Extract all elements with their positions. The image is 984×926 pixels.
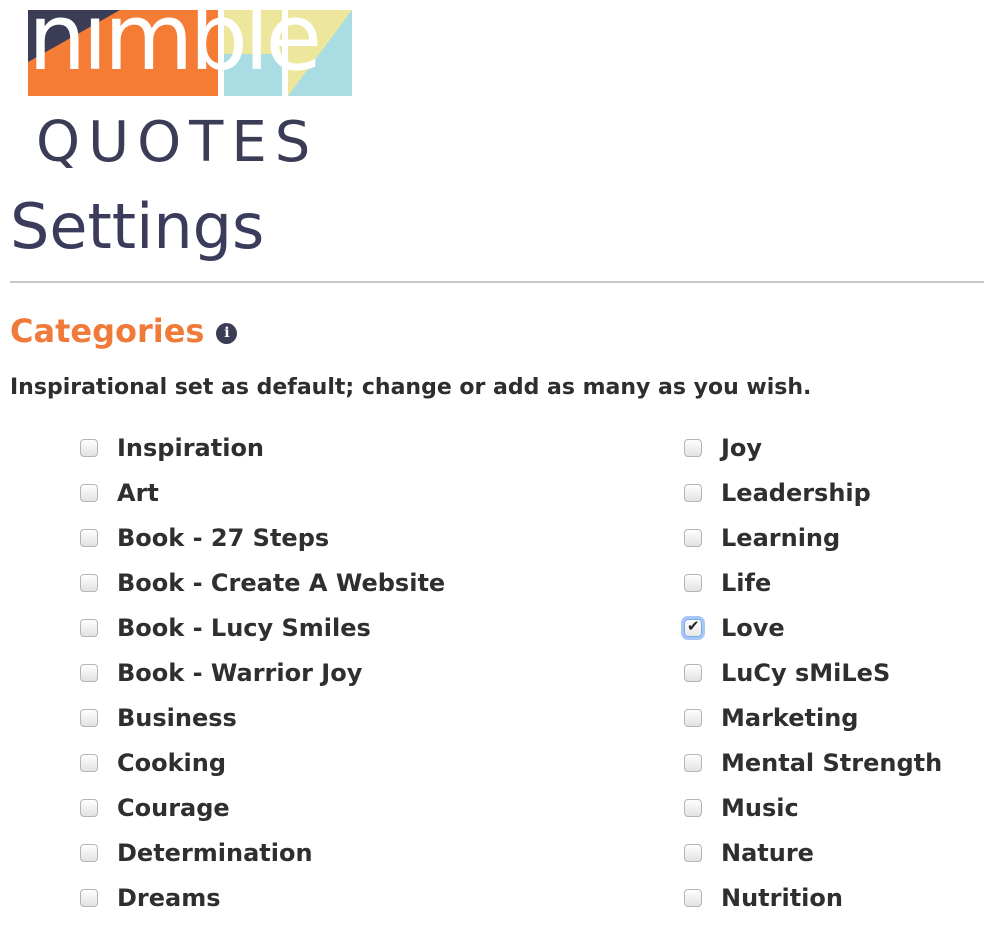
category-item[interactable]: Dreams [80,875,445,920]
category-checkbox[interactable] [684,708,702,727]
category-checkbox[interactable] [684,843,702,862]
category-item[interactable]: Music [684,785,942,830]
category-checkbox[interactable] [80,618,98,637]
category-label: Cooking [117,748,227,777]
category-label: Courage [117,793,230,822]
category-checkbox[interactable] [684,888,702,907]
category-checkbox[interactable] [80,843,98,862]
category-checkbox[interactable] [684,663,702,682]
category-item[interactable]: Life [684,560,942,605]
category-checkbox[interactable] [684,528,702,547]
category-label: Love [721,613,785,642]
category-item[interactable]: Joy [684,425,942,470]
category-item[interactable]: Determination [80,830,445,875]
category-checkbox[interactable] [80,483,98,502]
category-label: Art [117,478,159,507]
category-label: Book - Warrior Joy [117,658,363,687]
categories-description: Inspirational set as default; change or … [10,375,812,400]
categories-heading: Categories i [10,312,238,350]
category-label: Music [721,793,799,822]
category-checkbox[interactable] [684,798,702,817]
nimble-quotes-logo: nimble QUOTES [28,0,358,171]
category-checkbox[interactable] [80,708,98,727]
category-item[interactable]: Book - Create A Website [80,560,445,605]
category-item[interactable]: Leadership [684,470,942,515]
category-label: Mental Strength [721,748,943,777]
category-checkbox[interactable] [80,528,98,547]
categories-right-column: Joy Leadership Learning Life Love LuCy s… [684,425,942,920]
category-checkbox[interactable] [684,438,702,457]
category-item[interactable]: Nature [684,830,942,875]
info-icon[interactable]: i [216,322,238,344]
category-checkbox[interactable] [80,663,98,682]
category-item[interactable]: Nutrition [684,875,942,920]
category-checkbox[interactable] [80,888,98,907]
category-item[interactable]: Art [80,470,445,515]
category-item[interactable]: Mental Strength [684,740,942,785]
category-item[interactable]: Love [684,605,942,650]
category-label: LuCy sMiLeS [721,658,891,687]
category-item[interactable]: Learning [684,515,942,560]
category-label: Marketing [721,703,859,732]
category-item[interactable]: Book - Warrior Joy [80,650,445,695]
categories-title: Categories [10,312,205,350]
category-label: Life [721,568,772,597]
title-divider [10,281,984,283]
category-label: Leadership [721,478,871,507]
category-item[interactable]: Cooking [80,740,445,785]
category-label: Book - 27 Steps [117,523,330,552]
category-item[interactable]: Book - 27 Steps [80,515,445,560]
category-item[interactable]: Marketing [684,695,942,740]
category-label: Dreams [117,883,221,912]
category-label: Nutrition [721,883,843,912]
category-item[interactable]: Inspiration [80,425,445,470]
category-checkbox[interactable] [80,438,98,457]
category-label: Book - Lucy Smiles [117,613,371,642]
category-label: Determination [117,838,313,867]
categories-left-column: Inspiration Art Book - 27 Steps Book - C… [80,425,445,920]
category-label: Inspiration [117,433,265,462]
page-title: Settings [10,190,265,263]
category-item[interactable]: Book - Lucy Smiles [80,605,445,650]
category-label: Business [117,703,237,732]
category-item[interactable]: LuCy sMiLeS [684,650,942,695]
category-label: Learning [721,523,841,552]
category-label: Nature [721,838,814,867]
category-checkbox[interactable] [684,617,702,637]
category-checkbox[interactable] [684,753,702,772]
category-checkbox[interactable] [80,798,98,817]
category-checkbox[interactable] [80,573,98,592]
category-label: Joy [721,433,763,462]
logo-word-nimble: nimble [28,0,322,91]
category-checkbox[interactable] [684,573,702,592]
logo-word-quotes: QUOTES [36,110,319,175]
category-label: Book - Create A Website [117,568,446,597]
category-checkbox[interactable] [80,753,98,772]
category-checkbox[interactable] [684,483,702,502]
category-item[interactable]: Courage [80,785,445,830]
category-item[interactable]: Business [80,695,445,740]
